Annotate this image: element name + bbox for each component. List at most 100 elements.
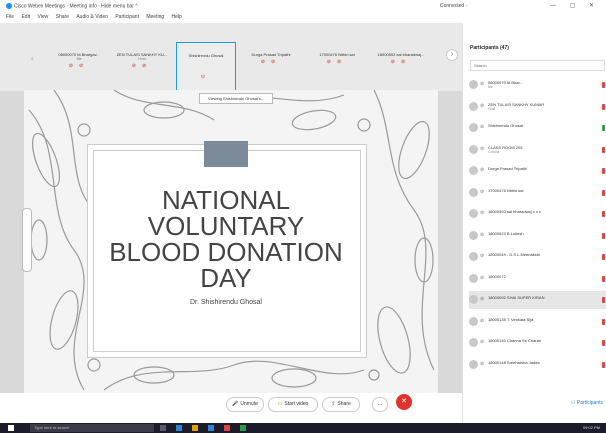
menu-edit[interactable]: Edit	[21, 14, 30, 20]
participant-row[interactable]: ⊘ 08000070 M.Bhar... Me	[469, 76, 606, 94]
task-view-icon[interactable]	[160, 425, 166, 431]
mute-icon: ⊘⊘	[390, 59, 412, 65]
tile-name: 18000593 sai bharadwaj...	[377, 52, 425, 57]
participant-row[interactable]: ⊘ 18000148 Sreeharsha Jadda	[469, 356, 606, 374]
slide-accent-block	[204, 141, 248, 167]
video-tile[interactable]: 17000476 Nithin sai ⊘⊘	[308, 52, 366, 86]
participant-row[interactable]: ⊘ CLASS ROOM 205 Cohost	[469, 141, 606, 159]
video-tile[interactable]: 18000593 sai bharadwaj... ⊘⊘	[372, 52, 430, 86]
audio-status-icon	[602, 168, 605, 174]
mute-icon: ⊘⊘	[68, 63, 90, 69]
participant-row[interactable]: ⊘ 18000049 - D.S.L.Meenakshi	[469, 248, 606, 266]
audio-status-icon	[602, 361, 605, 368]
avatar	[469, 209, 478, 218]
participant-row[interactable]: ⊘ Shishirendu Ghosal	[469, 119, 606, 137]
app-title: Cisco Webex Meetings · Meeting info · Hi…	[6, 3, 138, 9]
microphone-icon: ⊘	[480, 210, 485, 216]
microphone-icon: ⊘	[480, 167, 485, 173]
video-tile-active[interactable]: Shishirendu Ghosal ⊙	[176, 42, 236, 96]
strip-next-icon[interactable]: ›	[446, 49, 458, 61]
microphone-icon: ⊘	[480, 231, 485, 238]
participant-role: Me	[488, 85, 493, 89]
microphone-icon: ⊘	[480, 188, 485, 195]
taskbar-search-input[interactable]: Type here to search	[30, 424, 154, 432]
connection-status[interactable]: Connected ·	[440, 3, 467, 9]
menu-audio-video[interactable]: Audio & Video	[76, 14, 108, 20]
menu-help[interactable]: Help	[172, 14, 182, 20]
participant-row[interactable]: ⊘ ZEN TULASI SANKHY KUMAR Host	[469, 98, 606, 116]
microphone-icon: ⊘	[480, 145, 485, 152]
participant-row[interactable]: ⊘ 18000135 T. Venkata Sija	[469, 313, 606, 331]
slide-title: NATIONAL VOLUNTARY BLOOD DONATION DAY	[109, 185, 343, 293]
participant-row[interactable]: ⊘ 18000140 Channa Sri Charan	[469, 334, 606, 352]
webex-logo-icon	[6, 3, 12, 9]
windows-start-icon[interactable]	[8, 425, 14, 431]
audio-status-icon	[602, 82, 605, 88]
share-icon: ⇪	[331, 401, 336, 407]
audio-status-icon	[602, 275, 605, 282]
participant-row[interactable]: ⊘ Durga Prasad Tripathi	[469, 162, 606, 180]
menu-file[interactable]: File	[6, 14, 14, 20]
video-tile[interactable]: 08000070 M.Bhargav... Me ⊘⊘	[50, 52, 108, 86]
drag-handle[interactable]	[22, 208, 32, 272]
tile-name: Durga Prasad Tripathi	[251, 52, 291, 57]
participant-row[interactable]: ⊘ 18000623 B.Lokesh	[469, 227, 606, 245]
store-icon[interactable]	[208, 425, 214, 431]
audio-status-icon	[602, 340, 605, 346]
more-options-button[interactable]: ...	[372, 397, 388, 412]
microphone-icon: 🎤	[232, 401, 239, 407]
microphone-icon: ⊘	[480, 253, 485, 259]
audio-status-icon	[602, 297, 605, 303]
participant-row[interactable]: ⊘ 18000092 SHAI SUPER KIRAN	[469, 291, 606, 309]
menu-meeting[interactable]: Meeting	[146, 14, 164, 20]
webex-taskbar-icon[interactable]	[240, 425, 246, 431]
avatar	[469, 295, 478, 304]
window-controls[interactable]: — ▢ ✕	[550, 2, 600, 9]
microphone-icon: ⊘	[480, 81, 485, 87]
participant-name: 18000593 sai bharadwaj c c c	[488, 209, 541, 214]
avatar	[469, 273, 478, 283]
share-button[interactable]: ⇪ Share	[322, 397, 360, 412]
participant-name: 18000148 Sreeharsha Jadda	[488, 359, 540, 365]
audio-status-icon	[602, 211, 605, 217]
participant-strip: ‹ 08000070 M.Bhargav... Me ⊘⊘ ZEN TULASI…	[0, 23, 462, 96]
avatar	[469, 144, 478, 154]
avatar	[469, 80, 478, 89]
chrome-icon[interactable]	[224, 425, 230, 431]
participant-name: 18000072	[488, 273, 506, 279]
avatar	[469, 123, 478, 132]
participant-name: 18000140 Channa Sri Charan	[488, 338, 542, 343]
menu-share[interactable]: Share	[56, 14, 69, 20]
participant-row[interactable]: ⊘ 17000476 Nithin sai	[469, 184, 606, 202]
title-bar: Cisco Webex Meetings · Meeting info · Hi…	[0, 0, 606, 14]
participant-name: 18000623 B.Lokesh	[488, 230, 524, 236]
participant-row[interactable]: ⊘ 18000072	[469, 270, 606, 288]
participant-row[interactable]: ⊘ 18000593 sai bharadwaj c c c	[469, 205, 606, 223]
end-meeting-button[interactable]: ✕	[396, 394, 412, 410]
avatar	[469, 316, 478, 326]
avatar	[469, 166, 478, 175]
participants-header[interactable]: Participants (47)	[470, 45, 509, 51]
start-video-button[interactable]: ▭ Start video	[268, 397, 318, 412]
file-explorer-icon[interactable]	[192, 425, 198, 431]
avatar	[469, 230, 478, 240]
edge-icon[interactable]	[176, 425, 182, 431]
strip-prev-icon[interactable]: ‹	[31, 54, 34, 63]
participant-name: 18000049 - D.S.L.Meenakshi	[488, 252, 540, 257]
microphone-icon: ⊘	[480, 102, 485, 109]
participant-name: 18000092 SHAI SUPER KIRAN	[488, 295, 545, 300]
audio-status-icon	[602, 125, 605, 131]
participant-search-input[interactable]: Search	[470, 60, 605, 71]
audio-status-icon	[602, 318, 605, 325]
audio-status-icon	[602, 189, 605, 196]
participant-name: ZEN TULASI SANKHY KUMAR	[488, 101, 545, 107]
video-tile[interactable]: Durga Prasad Tripathi ⊘⊘	[242, 52, 300, 86]
unmute-button[interactable]: 🎤 Unmute	[226, 397, 264, 412]
microphone-icon: ⊘	[480, 274, 485, 281]
menu-view[interactable]: View	[37, 14, 48, 20]
participants-button[interactable]: ⚇ Participants	[571, 400, 603, 406]
video-tile[interactable]: ZEN TULASI SANKHY KU... Host ⊘⊘	[113, 52, 171, 86]
menu-participant[interactable]: Participant	[115, 14, 139, 20]
audio-status-icon	[602, 254, 605, 260]
windows-taskbar: Type here to search 09:02 PM	[0, 423, 606, 433]
